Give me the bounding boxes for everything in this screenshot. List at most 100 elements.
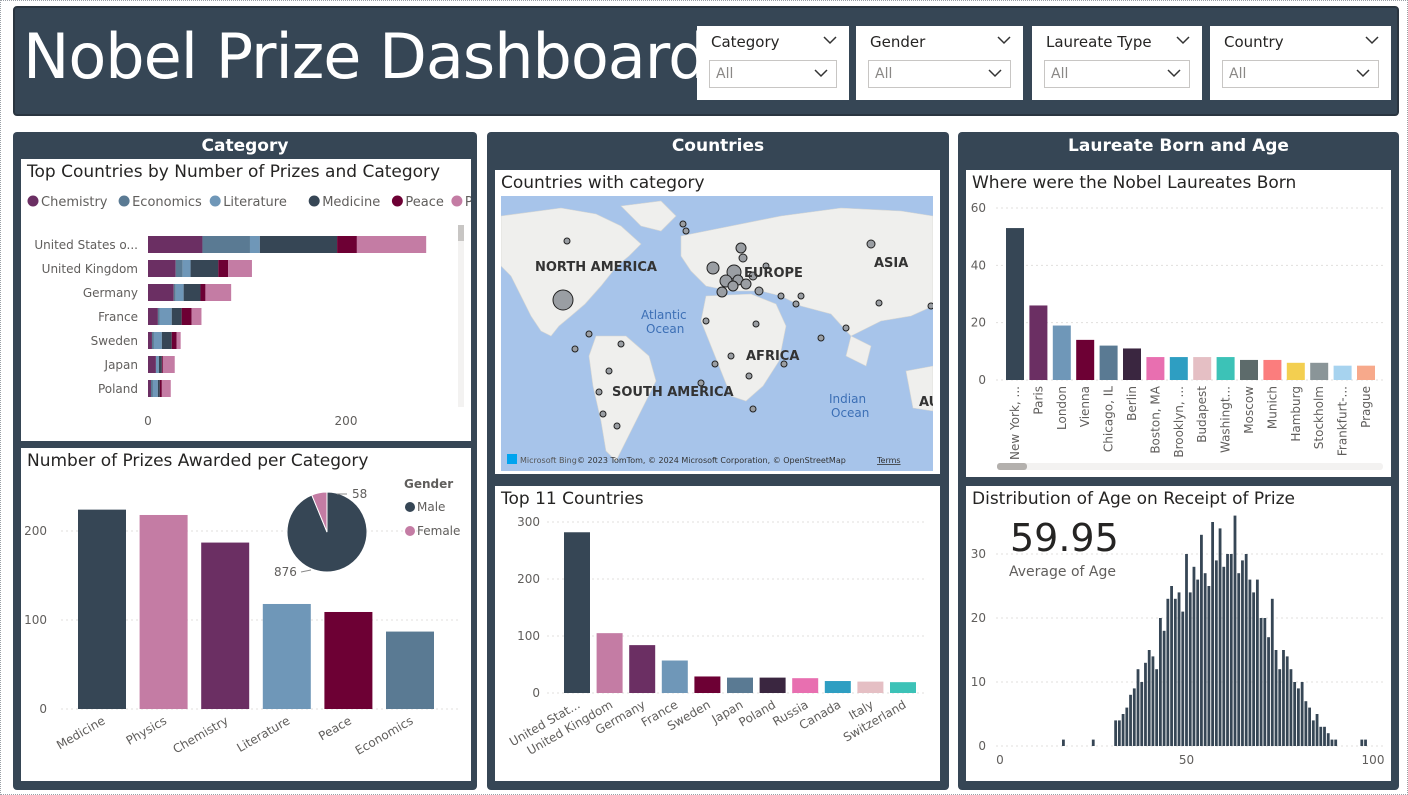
pie-value-label: 58 [352,487,367,501]
stacked-bar-segment [161,356,163,373]
category-label: Physics [124,713,169,747]
y-tick-label: 10 [971,675,986,689]
age-histogram-bar [1121,714,1125,746]
stacked-bar-segment [356,236,427,253]
chevron-down-icon[interactable] [1365,35,1379,45]
stacked-bar-segment [148,332,152,349]
birthplace-label: Budapest [1195,386,1209,443]
chevron-down-icon[interactable] [1167,68,1181,78]
country-bar [694,676,721,693]
map-bubble [727,352,735,360]
birthplace-bar [1357,365,1375,380]
category-label: Chemistry [171,713,231,756]
chevron-down-icon[interactable] [823,35,837,45]
world-map[interactable]: NORTH AMERICA EUROPE ASIA AFRICA SOUTH AMERI… [501,196,933,471]
age-histogram-bar [1211,522,1215,746]
country-bar [792,678,819,693]
legend-label: Peace [405,195,444,210]
map-bubble [875,299,883,307]
slicer-dropdown[interactable]: All [1044,60,1190,88]
legend-label: Medicine [322,195,380,210]
stacked-bar-segment [148,356,156,373]
map-bubble [817,334,825,342]
top11-bar-chart[interactable]: 0100200300United Stat...United KingdomGe… [495,486,940,781]
top11-card: Top 11 Countries 0 100 200 300 United Stat..… [495,486,940,781]
chevron-down-icon[interactable] [988,68,1002,78]
birthplace-bar-chart[interactable]: 0 20 40 60 New York, ... Paris London Vienna Chi… [966,170,1391,477]
age-histogram-bar [1136,669,1140,746]
birthplace-label: Stockholm [1312,386,1326,449]
map-bubble [585,330,593,338]
map-bubble [679,220,687,228]
legend-marker [27,195,39,207]
stacked-bar-segment [161,380,171,397]
stacked-bar-segment [153,332,162,349]
slicer-laureate-type[interactable]: Laureate Type All [1032,26,1202,100]
age-histogram[interactable]: 0 10 20 30 0 50 100 [966,486,1391,781]
slicer-label: Category [711,33,780,51]
birthplace-label: Brooklyn, ... [1172,386,1186,458]
x-tick-label: 100 [1362,753,1385,767]
map-bubble [927,302,933,310]
age-histogram-bar [1241,560,1244,746]
pie-legend-marker [405,526,415,536]
bing-label: Microsoft Bing [520,456,577,465]
scrollbar-thumb [458,225,464,241]
scrollbar-thumb[interactable] [997,463,1027,470]
age-histogram-bar [1274,650,1278,746]
map-bubble [571,345,579,353]
birthplace-bar [1123,348,1141,380]
microsoft-logo-icon [507,454,517,464]
slicer-value: All [716,66,734,82]
prizes-per-category-bar-chart[interactable]: 0 100 200 Medicine Physics Chemistry Literatur… [21,448,471,781]
legend-marker [451,195,463,207]
slicer-value: All [875,66,893,82]
map-terms-link[interactable]: Terms [876,456,901,465]
chevron-down-icon[interactable] [1356,68,1370,78]
chevron-down-icon[interactable] [814,68,828,78]
map-region-label: AU [919,395,933,410]
x-tick-label: 0 [996,753,1004,767]
age-histogram-bar [1192,566,1196,746]
age-histogram-bar [1311,720,1315,746]
stacked-bar-segment [200,284,206,301]
age-histogram-bar [1229,554,1233,746]
top-countries-stacked-bar-chart[interactable]: Chemistry Economics Literature Medicine Peac… [21,159,471,441]
country-bar [890,682,916,693]
slicer-dropdown[interactable]: All [868,60,1011,88]
age-histogram-bar [1170,586,1173,746]
slicer-category[interactable]: Category All [697,26,849,100]
y-tick-label: 300 [517,515,540,529]
birthplace-bar [1193,357,1212,380]
age-histogram-bar [1270,598,1274,746]
slicer-gender[interactable]: Gender All [856,26,1023,100]
age-histogram-bar [1282,650,1285,746]
stacked-bar-segment [175,284,184,301]
slicer-value: All [1051,66,1069,82]
bar-category-label: Sweden [91,334,138,348]
bar-category-label: United States o... [34,238,138,252]
chevron-down-icon[interactable] [997,35,1011,45]
y-tick-label: 30 [971,547,986,561]
slicer-dropdown[interactable]: All [709,60,837,88]
map-bubble [792,300,800,308]
slicer-dropdown[interactable]: All [1222,60,1379,88]
age-histogram-bar [1330,739,1334,746]
map-bubble [595,388,603,396]
map-bubble [563,237,571,245]
stacked-bar-segment [161,332,172,349]
slicer-country[interactable]: Country All [1210,26,1391,100]
bar-category-label: France [98,310,138,324]
map-region-label: SOUTH AMERICA [612,385,734,400]
map-bubble [752,320,760,328]
birthplace-label: Munich [1265,386,1279,429]
age-histogram-bar [1218,528,1222,746]
chevron-down-icon[interactable] [1176,35,1190,45]
birthplace-label: Washingt... [1219,386,1233,453]
country-bar [661,660,688,693]
age-histogram-bar [1244,554,1248,746]
dashboard-canvas: Nobel Prize Dashboard Category All Gende… [0,0,1408,795]
map-bubble [797,292,805,300]
y-tick-label: 60 [971,201,986,215]
ocean-label: Ocean [646,322,684,336]
